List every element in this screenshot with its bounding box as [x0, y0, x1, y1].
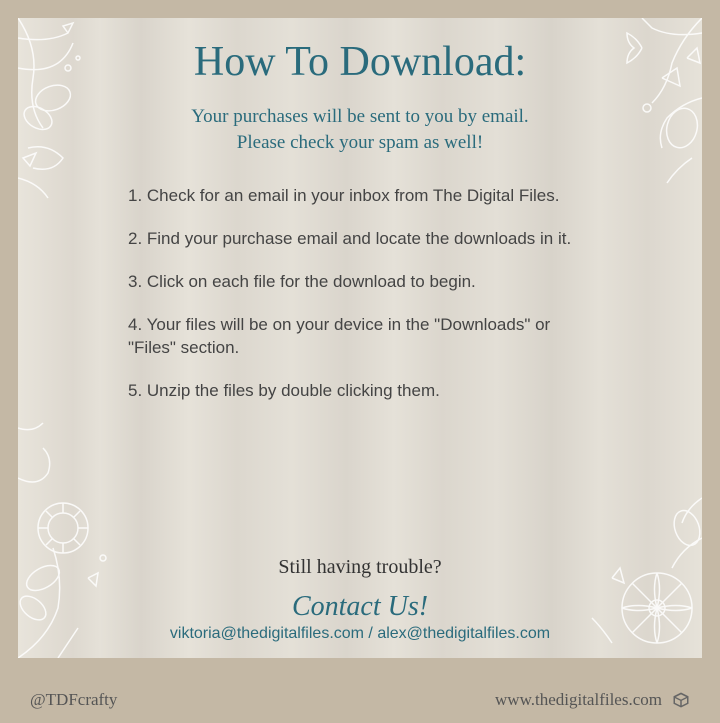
- subtitle-line-2: Please check your spam as well!: [237, 132, 483, 153]
- step-4: 4. Your files will be on your device in …: [128, 314, 592, 360]
- trouble-text: Still having trouble?: [68, 556, 652, 579]
- social-handle: @TDFcrafty: [30, 690, 117, 710]
- website-url: www.thedigitalfiles.com: [495, 690, 662, 710]
- step-2: 2. Find your purchase email and locate t…: [128, 228, 592, 251]
- step-1: 1. Check for an email in your inbox from…: [128, 185, 592, 208]
- subtitle: Your purchases will be sent to you by em…: [68, 104, 652, 155]
- subtitle-line-1: Your purchases will be sent to you by em…: [191, 106, 528, 127]
- step-3: 3. Click on each file for the download t…: [128, 271, 592, 294]
- box-icon: [672, 691, 690, 709]
- page-title: How To Download:: [68, 38, 652, 86]
- steps-container: 1. Check for an email in your inbox from…: [68, 185, 652, 556]
- outer-frame: How To Download: Your purchases will be …: [0, 0, 720, 723]
- contact-emails: viktoria@thedigitalfiles.com / alex@thed…: [68, 625, 652, 643]
- footer-right: www.thedigitalfiles.com: [495, 690, 690, 710]
- step-5: 5. Unzip the files by double clicking th…: [128, 380, 592, 403]
- footer: @TDFcrafty www.thedigitalfiles.com: [0, 676, 720, 723]
- contact-us-heading: Contact Us!: [68, 591, 652, 623]
- wood-panel: How To Download: Your purchases will be …: [18, 18, 702, 658]
